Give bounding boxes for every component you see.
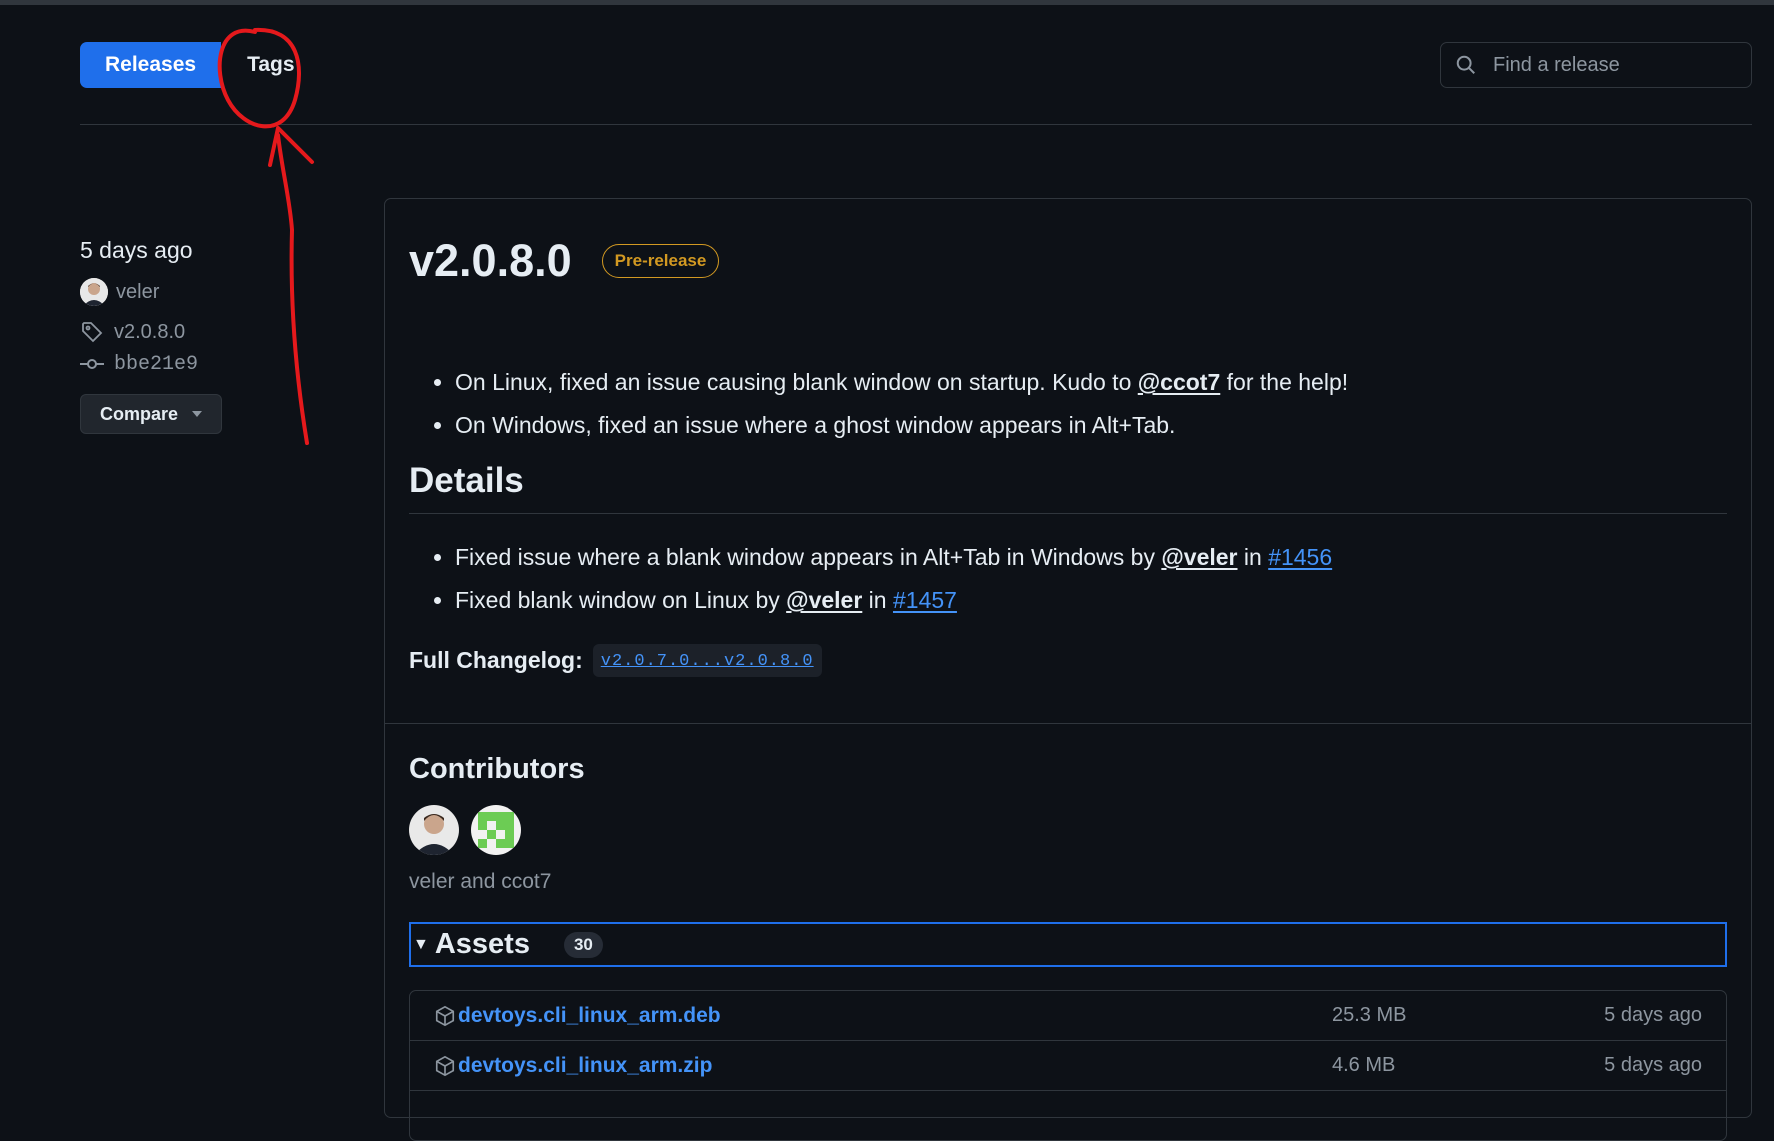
contributor-avatars [409,805,1727,855]
card-divider [385,723,1751,724]
commit-hash: bbe21e9 [114,352,199,376]
changelog-label: Full Changelog: [409,647,583,673]
list-item: Fixed blank window on Linux by @veler in… [455,587,1332,614]
top-border [0,0,1774,5]
asset-row: devtoys.cli_linux_arm.deb 25.3 MB 5 days… [410,991,1726,1041]
triangle-down-icon: ▼ [413,935,429,953]
package-icon [435,1055,455,1076]
avatar-ccot7[interactable] [471,805,521,855]
release-meta-sidebar: 5 days ago veler v2.0.8.0 bbe21e9 Compar… [80,237,340,434]
chevron-down-icon [192,411,203,417]
asset-link[interactable]: devtoys.cli_linux_arm.zip [458,1054,712,1078]
compare-button[interactable]: Compare [80,394,222,434]
mention-link[interactable]: @veler [1161,544,1237,570]
tab-tags[interactable]: Tags [221,42,320,88]
release-header: v2.0.8.0 Pre-release [409,235,1727,287]
list-item: On Windows, fixed an issue where a ghost… [455,412,1348,439]
tag-row[interactable]: v2.0.8.0 [80,320,340,344]
full-changelog: Full Changelog: v2.0.7.0...v2.0.8.0 [409,644,1727,677]
assets-label: Assets [434,928,530,960]
avatar [80,278,108,306]
contributors-heading: Contributors [409,753,585,785]
pr-link[interactable]: #1457 [893,587,957,613]
list-item: On Linux, fixed an issue causing blank w… [455,369,1348,396]
asset-row: devtoys.cli_linux_arm.zip 4.6 MB 5 days … [410,1041,1726,1091]
avatar-veler[interactable] [409,805,459,855]
assets-toggle[interactable]: ▼ Assets 30 [409,922,1727,967]
asset-link[interactable]: devtoys.cli_linux_arm.deb [458,1004,721,1028]
asset-date: 5 days ago [1604,1004,1702,1026]
release-title[interactable]: v2.0.8.0 [409,235,572,287]
asset-size: 4.6 MB [1332,1054,1396,1076]
compare-label: Compare [99,403,179,424]
changelog-code: v2.0.7.0...v2.0.8.0 [592,644,822,677]
release-date: 5 days ago [80,237,193,263]
tag-icon [82,322,103,343]
list-item: Fixed issue where a blank window appears… [455,544,1332,571]
tag-name: v2.0.8.0 [114,320,186,343]
details-divider [409,513,1727,514]
asset-row [410,1091,1726,1140]
contributor-names: veler and ccot7 [409,870,552,893]
pr-link[interactable]: #1456 [1268,544,1332,570]
prerelease-badge: Pre-release [601,244,720,278]
tab-releases[interactable]: Releases [80,42,222,88]
author-row[interactable]: veler [80,278,340,306]
commit-icon [80,359,104,369]
mention-link[interactable]: @veler [786,587,862,613]
details-heading: Details [409,461,524,500]
author-name: veler [116,280,160,303]
asset-date: 5 days ago [1604,1054,1702,1076]
search-icon [1456,55,1475,74]
mention-link[interactable]: @ccot7 [1138,369,1221,395]
release-card: v2.0.8.0 Pre-release On Linux, fixed an … [384,198,1752,1141]
details-list: Fixed issue where a blank window appears… [409,544,1332,630]
header-divider [80,124,1752,125]
asset-list: devtoys.cli_linux_arm.deb 25.3 MB 5 days… [409,990,1727,1141]
release-tabs: Releases Tags [80,42,321,88]
changelog-link[interactable]: v2.0.7.0...v2.0.8.0 [601,652,814,671]
assets-count: 30 [563,931,603,958]
commit-row[interactable]: bbe21e9 [80,352,340,376]
search-input[interactable] [1491,52,1735,78]
package-icon [435,1005,455,1026]
release-search[interactable] [1440,42,1752,88]
release-notes: On Linux, fixed an issue causing blank w… [409,369,1348,455]
asset-size: 25.3 MB [1332,1004,1407,1026]
